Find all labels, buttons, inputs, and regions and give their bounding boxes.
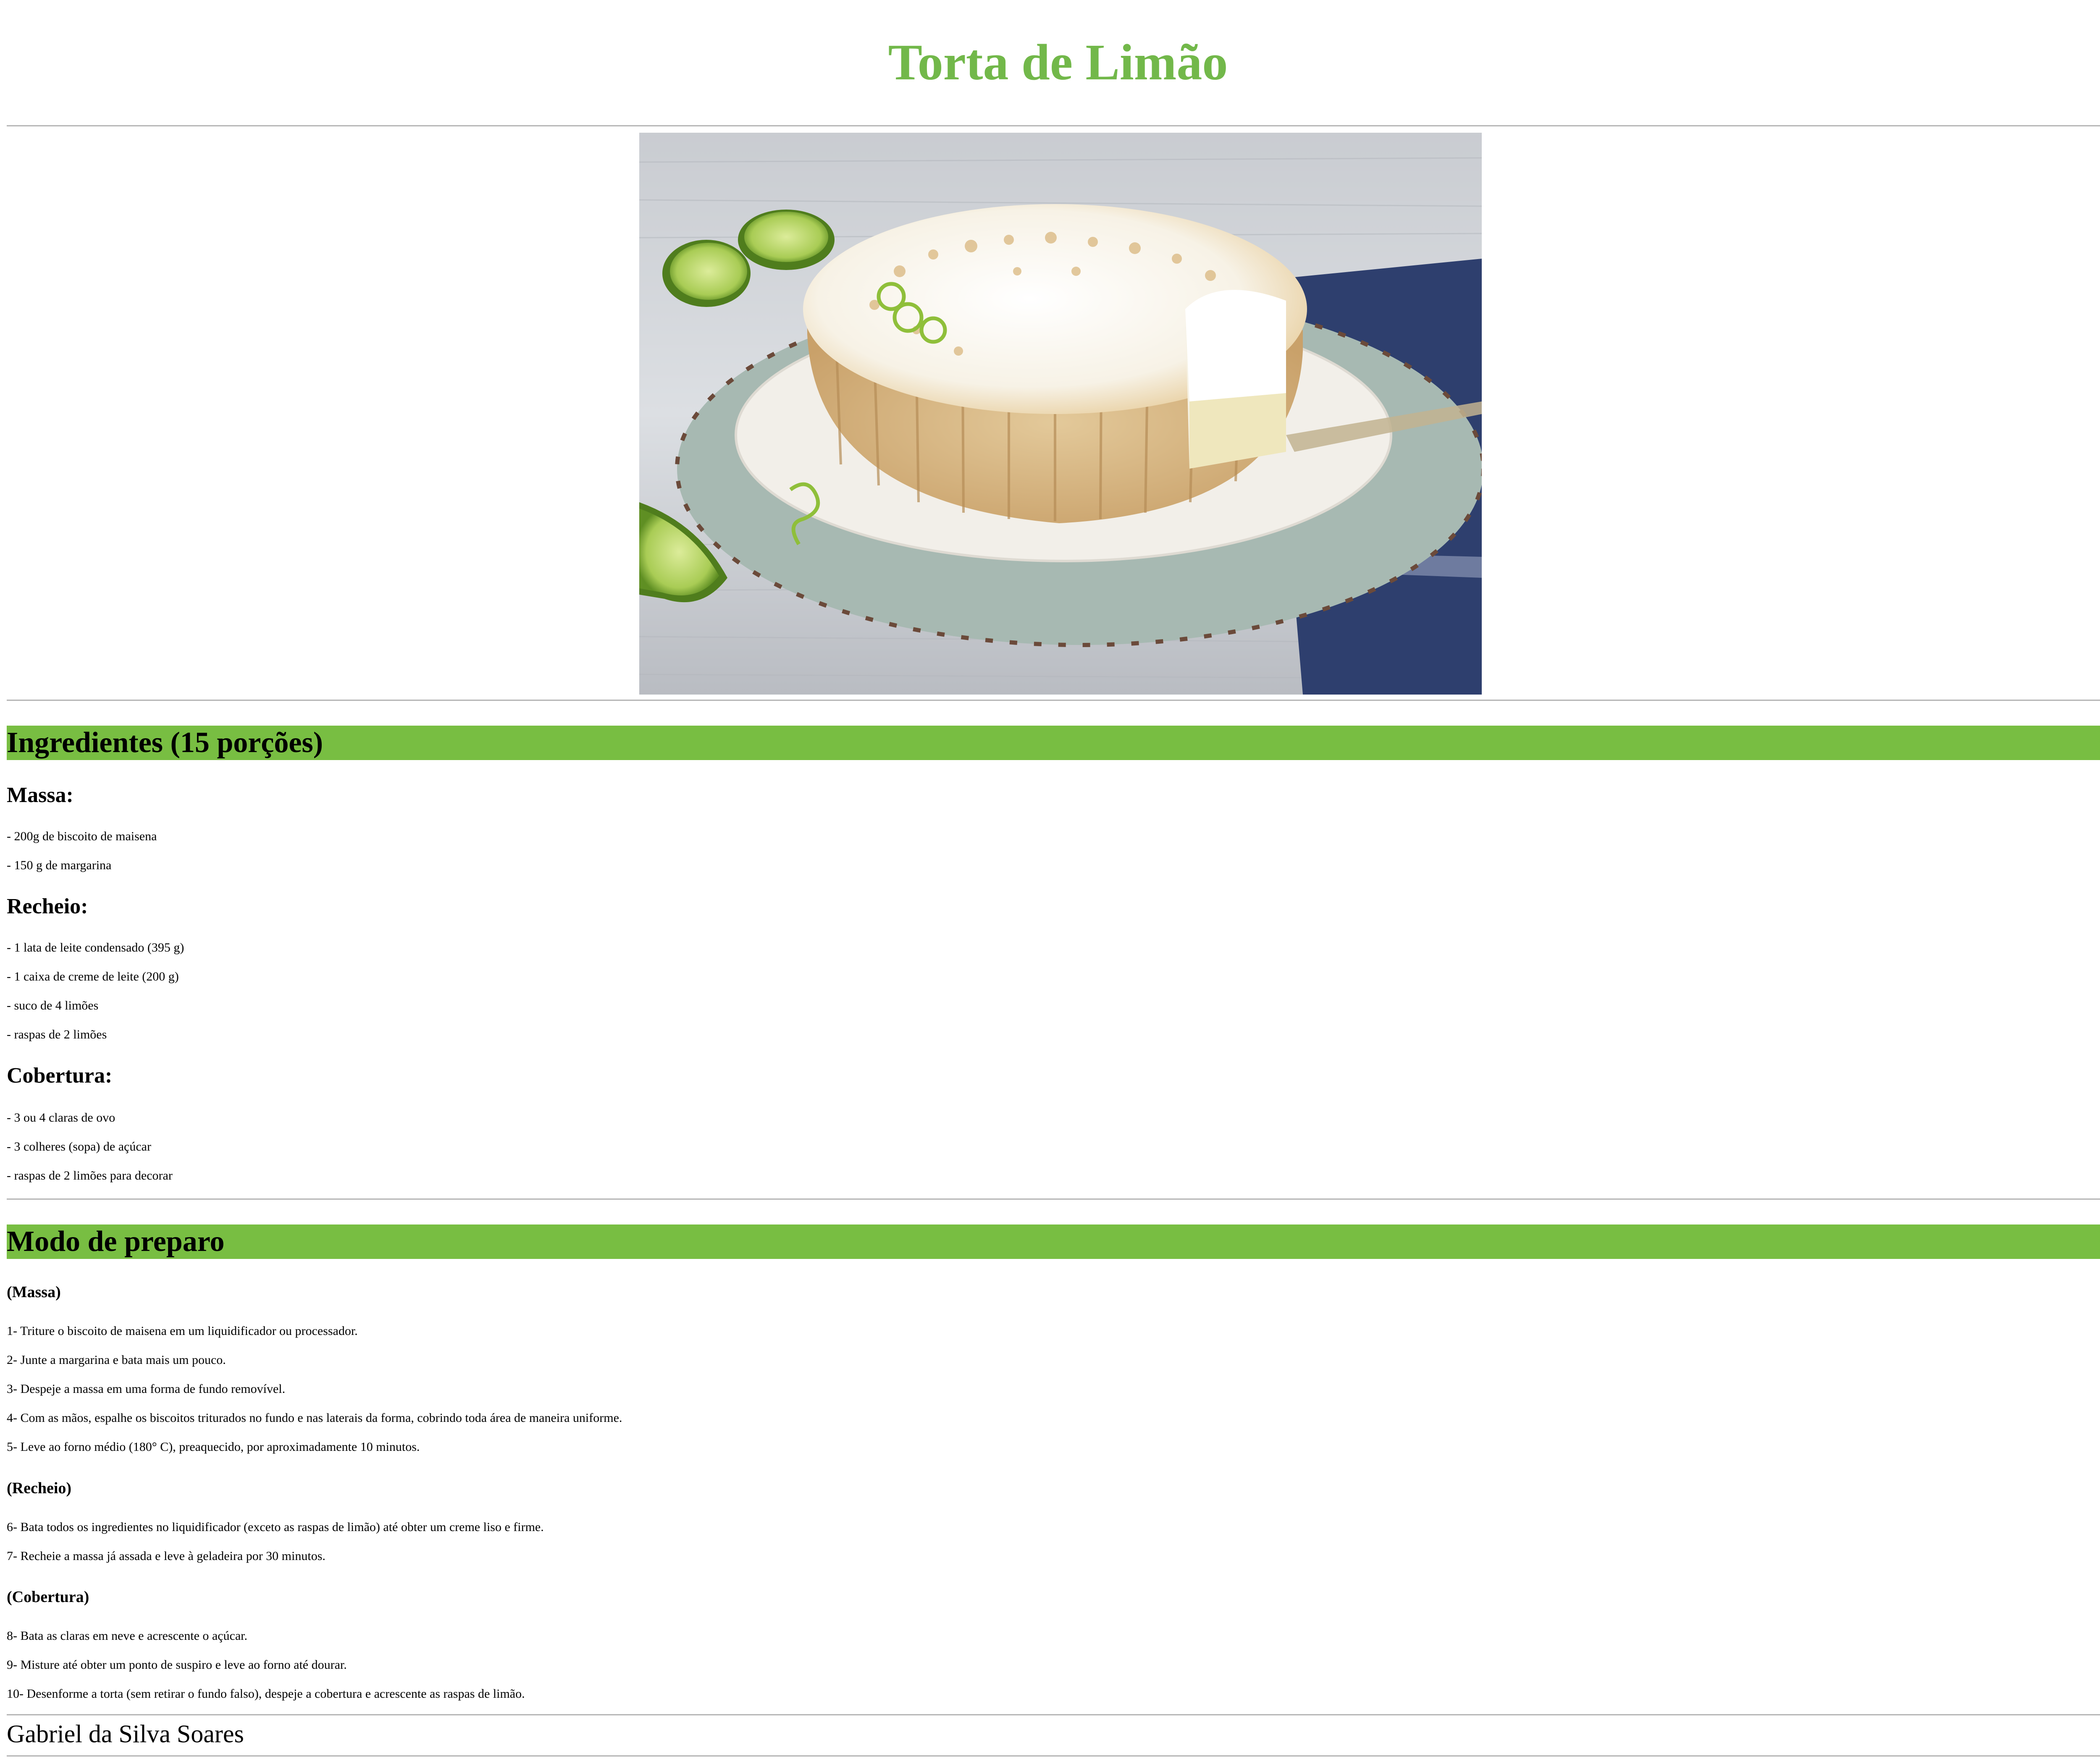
divider-before-preparation xyxy=(7,1198,2100,1200)
recipe-page: Torta de Limão Ingredientes (15 porções)… xyxy=(0,0,2100,1762)
preparation-step: 9- Misture até obter um ponto de suspiro… xyxy=(7,1658,347,1672)
preparation-massa-heading: (Massa) xyxy=(7,1283,61,1301)
divider-after-photo xyxy=(7,700,2100,701)
ingredients-massa-heading: Massa: xyxy=(7,783,74,807)
divider-top xyxy=(7,125,2100,126)
preparation-step: 7- Recheie a massa já assada e leve à ge… xyxy=(7,1549,326,1563)
preparation-step: 8- Bata as claras em neve e acrescente o… xyxy=(7,1629,247,1643)
ingredient-item: - 150 g de margarina xyxy=(7,858,112,872)
preparation-step: 4- Com as mãos, espalhe os biscoitos tri… xyxy=(7,1411,622,1425)
preparation-step: 6- Bata todos os ingredientes no liquidi… xyxy=(7,1520,544,1534)
ingredient-item: - suco de 4 limões xyxy=(7,999,99,1012)
ingredient-item: - raspas de 2 limões xyxy=(7,1028,107,1041)
divider-before-footer xyxy=(7,1714,2100,1715)
divider-bottom xyxy=(7,1755,2100,1757)
page-title: Torta de Limão xyxy=(888,34,1228,91)
preparation-step: 2- Junte a margarina e bata mais um pouc… xyxy=(7,1353,226,1367)
ingredient-item: - 1 caixa de creme de leite (200 g) xyxy=(7,970,179,983)
ingredients-cobertura-heading: Cobertura: xyxy=(7,1064,113,1088)
preparation-heading: Modo de preparo xyxy=(7,1224,2100,1259)
author-name: Gabriel da Silva Soares xyxy=(7,1720,244,1748)
ingredient-item: - 200g de biscoito de maisena xyxy=(7,829,157,843)
recipe-photo xyxy=(639,133,1482,695)
ingredient-item: - 1 lata de leite condensado (395 g) xyxy=(7,941,184,954)
preparation-cobertura-heading: (Cobertura) xyxy=(7,1588,89,1606)
preparation-step: 3- Despeje a massa em uma forma de fundo… xyxy=(7,1382,286,1396)
ingredients-recheio-heading: Recheio: xyxy=(7,894,88,918)
ingredient-item: - raspas de 2 limões para decorar xyxy=(7,1169,173,1183)
preparation-recheio-heading: (Recheio) xyxy=(7,1479,72,1497)
preparation-step: 5- Leve ao forno médio (180° C), preaque… xyxy=(7,1440,420,1454)
ingredient-item: - 3 ou 4 claras de ovo xyxy=(7,1111,116,1125)
ingredient-item: - 3 colheres (sopa) de açúcar xyxy=(7,1140,151,1154)
ingredients-heading: Ingredientes (15 porções) xyxy=(7,726,2100,760)
preparation-step: 1- Triture o biscoito de maisena em um l… xyxy=(7,1324,358,1338)
preparation-step: 10- Desenforme a torta (sem retirar o fu… xyxy=(7,1687,525,1701)
